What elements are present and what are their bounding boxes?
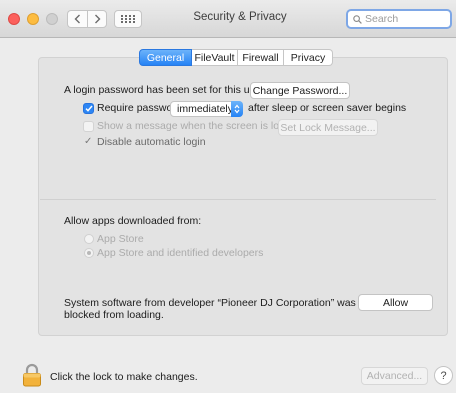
close-button[interactable] (8, 13, 20, 25)
allow-apps-heading: Allow apps downloaded from: (64, 215, 202, 227)
section-divider (40, 199, 436, 200)
blocked-software-text-line2: blocked from loading. (64, 309, 164, 321)
help-button[interactable]: ? (434, 366, 453, 385)
search-placeholder: Search (365, 13, 399, 25)
tab-general[interactable]: General (139, 49, 192, 66)
chevron-left-icon (74, 14, 80, 24)
chevron-right-icon (94, 14, 100, 24)
tab-filevault[interactable]: FileVault (192, 49, 238, 66)
lock-text: Click the lock to make changes. (50, 371, 198, 383)
advanced-button[interactable]: Advanced... (361, 367, 428, 385)
require-password-delay-select[interactable]: immediately (170, 101, 243, 117)
blocked-software-text-line1: System software from developer “Pioneer … (64, 297, 356, 309)
search-icon (353, 14, 362, 24)
show-all-button[interactable] (114, 10, 142, 28)
set-lock-message-button[interactable]: Set Lock Message... (278, 119, 378, 136)
minimize-button[interactable] (27, 13, 39, 25)
updown-chevron-icon (231, 101, 243, 117)
tab-firewall[interactable]: Firewall (238, 49, 284, 66)
allow-button[interactable]: Allow (358, 294, 433, 311)
forward-button[interactable] (87, 10, 107, 28)
login-password-text: A login password has been set for this u… (64, 84, 265, 96)
lock-button[interactable] (22, 363, 42, 390)
window-title: Security & Privacy (193, 11, 287, 23)
title-bar: Security & Privacy Search (0, 0, 456, 38)
navigation-buttons (67, 10, 107, 28)
tab-bar: General FileVault Firewall Privacy (139, 49, 333, 66)
back-button[interactable] (67, 10, 87, 28)
disable-auto-login-checkbox[interactable]: ✓ (84, 136, 92, 147)
require-password-label: Require password (97, 102, 182, 114)
app-store-radio[interactable] (84, 234, 94, 244)
app-store-identified-label: App Store and identified developers (97, 247, 264, 259)
checkmark-icon (84, 105, 93, 112)
require-password-delay-value: immediately (177, 103, 234, 115)
show-message-label: Show a message when the screen is locked (97, 120, 302, 132)
show-message-checkbox[interactable] (83, 121, 94, 132)
tab-privacy[interactable]: Privacy (284, 49, 333, 66)
app-store-identified-radio[interactable] (84, 248, 94, 258)
security-privacy-window: Security & Privacy Search General FileVa… (0, 0, 456, 393)
zoom-button[interactable] (46, 13, 58, 25)
help-icon: ? (440, 369, 447, 382)
disable-auto-login-label: Disable automatic login (97, 136, 206, 148)
app-store-label: App Store (97, 233, 144, 245)
require-password-suffix: after sleep or screen saver begins (248, 102, 407, 114)
grid-icon (121, 15, 135, 23)
require-password-checkbox[interactable] (83, 103, 94, 114)
change-password-button[interactable]: Change Password... (250, 82, 350, 99)
lock-icon (23, 363, 41, 387)
search-field[interactable]: Search (346, 9, 452, 29)
